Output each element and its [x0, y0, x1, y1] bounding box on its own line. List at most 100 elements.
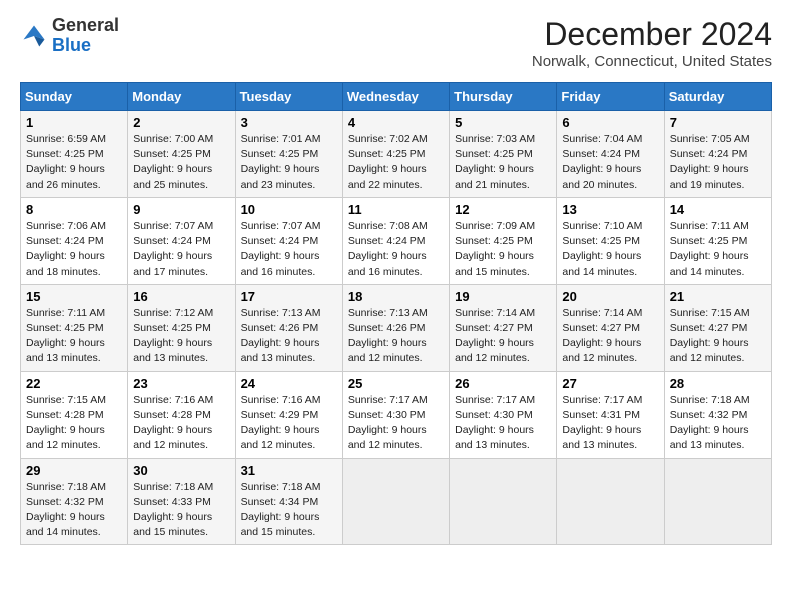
logo-text: General Blue	[52, 16, 119, 56]
day-info: Sunrise: 7:01 AMSunset: 4:25 PMDaylight:…	[241, 132, 337, 193]
day-number: 6	[562, 115, 658, 130]
day-number: 15	[26, 289, 122, 304]
calendar-cell: 21 Sunrise: 7:15 AMSunset: 4:27 PMDayligh…	[664, 284, 771, 371]
header-row: SundayMondayTuesdayWednesdayThursdayFrid…	[21, 83, 772, 111]
day-number: 22	[26, 376, 122, 391]
day-info: Sunrise: 6:59 AMSunset: 4:25 PMDaylight:…	[26, 132, 122, 193]
day-number: 11	[348, 202, 444, 217]
day-number: 24	[241, 376, 337, 391]
calendar-cell: 28Sunrise: 7:18 AMSunset: 4:32 PMDayligh…	[664, 371, 771, 458]
calendar-cell	[557, 458, 664, 545]
logo-icon	[20, 22, 48, 50]
header-friday: Friday	[557, 83, 664, 111]
header-sunday: Sunday	[21, 83, 128, 111]
calendar-cell: 27Sunrise: 7:17 AMSunset: 4:31 PMDayligh…	[557, 371, 664, 458]
day-info: Sunrise: 7:11 AMSunset: 4:25 PMDaylight:…	[26, 306, 122, 367]
day-number: 12	[455, 202, 551, 217]
day-info: Sunrise: 7:02 AMSunset: 4:25 PMDaylight:…	[348, 132, 444, 193]
calendar-cell: 7 Sunrise: 7:05 AMSunset: 4:24 PMDaylight…	[664, 111, 771, 198]
calendar-cell: 12 Sunrise: 7:09 AMSunset: 4:25 PMDayligh…	[450, 197, 557, 284]
day-number: 16	[133, 289, 229, 304]
day-info: Sunrise: 7:16 AMSunset: 4:29 PMDaylight:…	[241, 393, 337, 454]
calendar-cell: 18 Sunrise: 7:13 AMSunset: 4:26 PMDayligh…	[342, 284, 449, 371]
header-wednesday: Wednesday	[342, 83, 449, 111]
day-info: Sunrise: 7:16 AMSunset: 4:28 PMDaylight:…	[133, 393, 229, 454]
day-info: Sunrise: 7:13 AMSunset: 4:26 PMDaylight:…	[241, 306, 337, 367]
day-info: Sunrise: 7:17 AMSunset: 4:30 PMDaylight:…	[348, 393, 444, 454]
calendar-body: 1 Sunrise: 6:59 AMSunset: 4:25 PMDaylight…	[21, 111, 772, 545]
header-tuesday: Tuesday	[235, 83, 342, 111]
calendar-cell	[664, 458, 771, 545]
calendar-table: SundayMondayTuesdayWednesdayThursdayFrid…	[20, 82, 772, 545]
day-info: Sunrise: 7:18 AMSunset: 4:32 PMDaylight:…	[670, 393, 766, 454]
day-info: Sunrise: 7:00 AMSunset: 4:25 PMDaylight:…	[133, 132, 229, 193]
day-number: 31	[241, 463, 337, 478]
day-info: Sunrise: 7:07 AMSunset: 4:24 PMDaylight:…	[133, 219, 229, 280]
day-number: 29	[26, 463, 122, 478]
day-number: 19	[455, 289, 551, 304]
day-number: 30	[133, 463, 229, 478]
calendar-cell: 20 Sunrise: 7:14 AMSunset: 4:27 PMDayligh…	[557, 284, 664, 371]
day-info: Sunrise: 7:12 AMSunset: 4:25 PMDaylight:…	[133, 306, 229, 367]
day-number: 8	[26, 202, 122, 217]
day-info: Sunrise: 7:05 AMSunset: 4:24 PMDaylight:…	[670, 132, 766, 193]
logo-blue: Blue	[52, 36, 119, 56]
day-number: 27	[562, 376, 658, 391]
day-info: Sunrise: 7:07 AMSunset: 4:24 PMDaylight:…	[241, 219, 337, 280]
day-number: 21	[670, 289, 766, 304]
calendar-cell: 29 Sunrise: 7:18 AMSunset: 4:32 PMDayligh…	[21, 458, 128, 545]
week-row-5: 29 Sunrise: 7:18 AMSunset: 4:32 PMDayligh…	[21, 458, 772, 545]
day-number: 13	[562, 202, 658, 217]
calendar-cell: 30 Sunrise: 7:18 AMSunset: 4:33 PMDayligh…	[128, 458, 235, 545]
page-header: General Blue December 2024 Norwalk, Conn…	[20, 16, 772, 70]
calendar-cell: 22 Sunrise: 7:15 AMSunset: 4:28 PMDayligh…	[21, 371, 128, 458]
calendar-cell: 13Sunrise: 7:10 AMSunset: 4:25 PMDayligh…	[557, 197, 664, 284]
calendar-cell: 15 Sunrise: 7:11 AMSunset: 4:25 PMDayligh…	[21, 284, 128, 371]
day-info: Sunrise: 7:15 AMSunset: 4:27 PMDaylight:…	[670, 306, 766, 367]
day-number: 4	[348, 115, 444, 130]
calendar-cell: 1 Sunrise: 6:59 AMSunset: 4:25 PMDaylight…	[21, 111, 128, 198]
day-info: Sunrise: 7:03 AMSunset: 4:25 PMDaylight:…	[455, 132, 551, 193]
day-number: 10	[241, 202, 337, 217]
calendar-cell: 6Sunrise: 7:04 AMSunset: 4:24 PMDaylight…	[557, 111, 664, 198]
calendar-cell: 4 Sunrise: 7:02 AMSunset: 4:25 PMDaylight…	[342, 111, 449, 198]
logo: General Blue	[20, 16, 119, 56]
day-info: Sunrise: 7:13 AMSunset: 4:26 PMDaylight:…	[348, 306, 444, 367]
day-number: 20	[562, 289, 658, 304]
day-number: 9	[133, 202, 229, 217]
calendar-cell: 8 Sunrise: 7:06 AMSunset: 4:24 PMDaylight…	[21, 197, 128, 284]
page-subtitle: Norwalk, Connecticut, United States	[532, 53, 772, 70]
day-info: Sunrise: 7:11 AMSunset: 4:25 PMDaylight:…	[670, 219, 766, 280]
day-info: Sunrise: 7:18 AMSunset: 4:34 PMDaylight:…	[241, 480, 337, 541]
day-info: Sunrise: 7:18 AMSunset: 4:32 PMDaylight:…	[26, 480, 122, 541]
day-number: 1	[26, 115, 122, 130]
calendar-cell: 2 Sunrise: 7:00 AMSunset: 4:25 PMDaylight…	[128, 111, 235, 198]
day-number: 2	[133, 115, 229, 130]
header-saturday: Saturday	[664, 83, 771, 111]
day-info: Sunrise: 7:14 AMSunset: 4:27 PMDaylight:…	[562, 306, 658, 367]
calendar-cell: 31 Sunrise: 7:18 AMSunset: 4:34 PMDayligh…	[235, 458, 342, 545]
calendar-cell: 24 Sunrise: 7:16 AMSunset: 4:29 PMDayligh…	[235, 371, 342, 458]
day-info: Sunrise: 7:06 AMSunset: 4:24 PMDaylight:…	[26, 219, 122, 280]
week-row-3: 15 Sunrise: 7:11 AMSunset: 4:25 PMDayligh…	[21, 284, 772, 371]
week-row-1: 1 Sunrise: 6:59 AMSunset: 4:25 PMDaylight…	[21, 111, 772, 198]
day-number: 7	[670, 115, 766, 130]
week-row-2: 8 Sunrise: 7:06 AMSunset: 4:24 PMDaylight…	[21, 197, 772, 284]
calendar-cell: 11Sunrise: 7:08 AMSunset: 4:24 PMDayligh…	[342, 197, 449, 284]
calendar-cell: 23 Sunrise: 7:16 AMSunset: 4:28 PMDayligh…	[128, 371, 235, 458]
calendar-cell: 14Sunrise: 7:11 AMSunset: 4:25 PMDayligh…	[664, 197, 771, 284]
logo-general: General	[52, 16, 119, 36]
day-number: 26	[455, 376, 551, 391]
calendar-cell: 9 Sunrise: 7:07 AMSunset: 4:24 PMDaylight…	[128, 197, 235, 284]
day-info: Sunrise: 7:15 AMSunset: 4:28 PMDaylight:…	[26, 393, 122, 454]
day-info: Sunrise: 7:18 AMSunset: 4:33 PMDaylight:…	[133, 480, 229, 541]
day-number: 3	[241, 115, 337, 130]
day-info: Sunrise: 7:09 AMSunset: 4:25 PMDaylight:…	[455, 219, 551, 280]
day-number: 23	[133, 376, 229, 391]
day-number: 5	[455, 115, 551, 130]
day-number: 17	[241, 289, 337, 304]
calendar-cell: 16 Sunrise: 7:12 AMSunset: 4:25 PMDayligh…	[128, 284, 235, 371]
calendar-cell: 25Sunrise: 7:17 AMSunset: 4:30 PMDayligh…	[342, 371, 449, 458]
day-number: 18	[348, 289, 444, 304]
day-info: Sunrise: 7:14 AMSunset: 4:27 PMDaylight:…	[455, 306, 551, 367]
